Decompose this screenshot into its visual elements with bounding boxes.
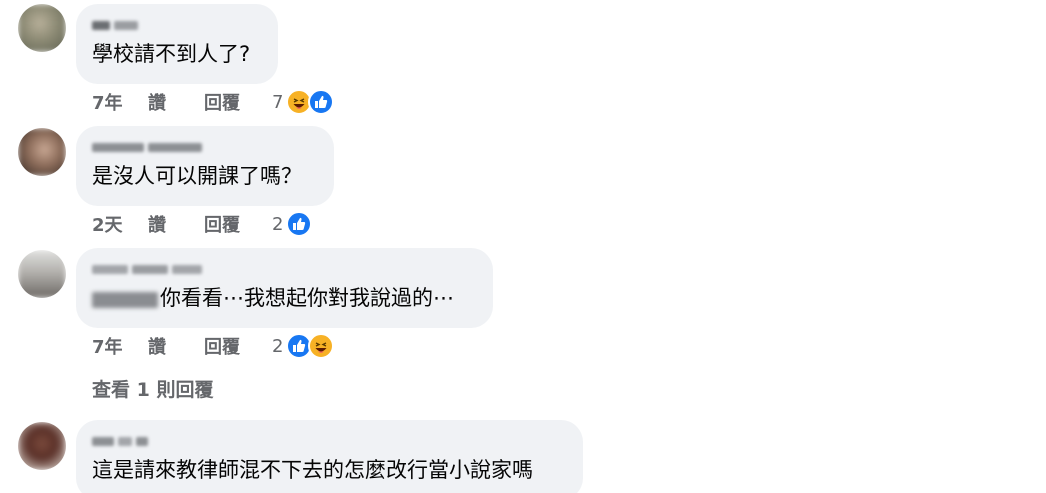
comment-text: 你看看⋯我想起你對我說過的⋯ [92,284,477,312]
comment-actions: 7年 讚 回覆 7 [92,88,335,116]
reaction-icons[interactable] [286,211,313,237]
like-button[interactable]: 讚 [148,211,204,237]
comment-text: 這是請來教律師混不下去的怎麼改行當小說家嗎 [92,458,533,482]
avatar[interactable] [18,4,66,52]
avatar[interactable] [18,128,66,176]
mention-redacted[interactable] [92,292,158,308]
reply-button[interactable]: 回覆 [204,211,272,237]
avatar[interactable] [18,422,66,470]
comment-thread: 學校請不到人了? 7年 讚 回覆 7 是沒人可以開課了嗎？ 2天 讚 回覆 2 … [0,0,1046,493]
comment-bubble: 你看看⋯我想起你對我說過的⋯ [76,248,493,328]
comment-bubble: 是沒人可以開課了嗎？ [76,126,334,206]
view-replies-link[interactable]: 查看 1 則回覆 [92,375,213,402]
timestamp[interactable]: 7年 [92,89,148,115]
comment-text-body: 你看看⋯我想起你對我說過的⋯ [160,286,454,310]
reaction-icons[interactable] [286,333,335,359]
reaction-count[interactable]: 7 [272,92,283,113]
comment-bubble: 學校請不到人了? [76,4,278,84]
reply-button[interactable]: 回覆 [204,89,272,115]
like-button[interactable]: 讚 [148,333,204,359]
comment-text: 是沒人可以開課了嗎？ [92,164,302,188]
comment-text: 學校請不到人了? [92,42,251,66]
reaction-count[interactable]: 2 [272,214,283,235]
comment-actions: 7年 讚 回覆 2 [92,332,335,360]
reaction-icons[interactable] [286,89,335,115]
comment-actions: 2天 讚 回覆 2 [92,210,313,238]
haha-reaction-icon [308,333,335,359]
author-name-redacted[interactable] [92,260,477,278]
reply-button[interactable]: 回覆 [204,333,272,359]
author-name-redacted[interactable] [92,16,262,34]
author-name-redacted[interactable] [92,432,567,450]
like-reaction-icon [308,89,335,115]
avatar[interactable] [18,250,66,298]
like-button[interactable]: 讚 [148,89,204,115]
timestamp[interactable]: 2天 [92,211,148,237]
comment-bubble: 這是請來教律師混不下去的怎麼改行當小說家嗎 [76,420,583,493]
timestamp[interactable]: 7年 [92,333,148,359]
like-reaction-icon [286,211,313,237]
reaction-count[interactable]: 2 [272,336,283,357]
author-name-redacted[interactable] [92,138,318,156]
